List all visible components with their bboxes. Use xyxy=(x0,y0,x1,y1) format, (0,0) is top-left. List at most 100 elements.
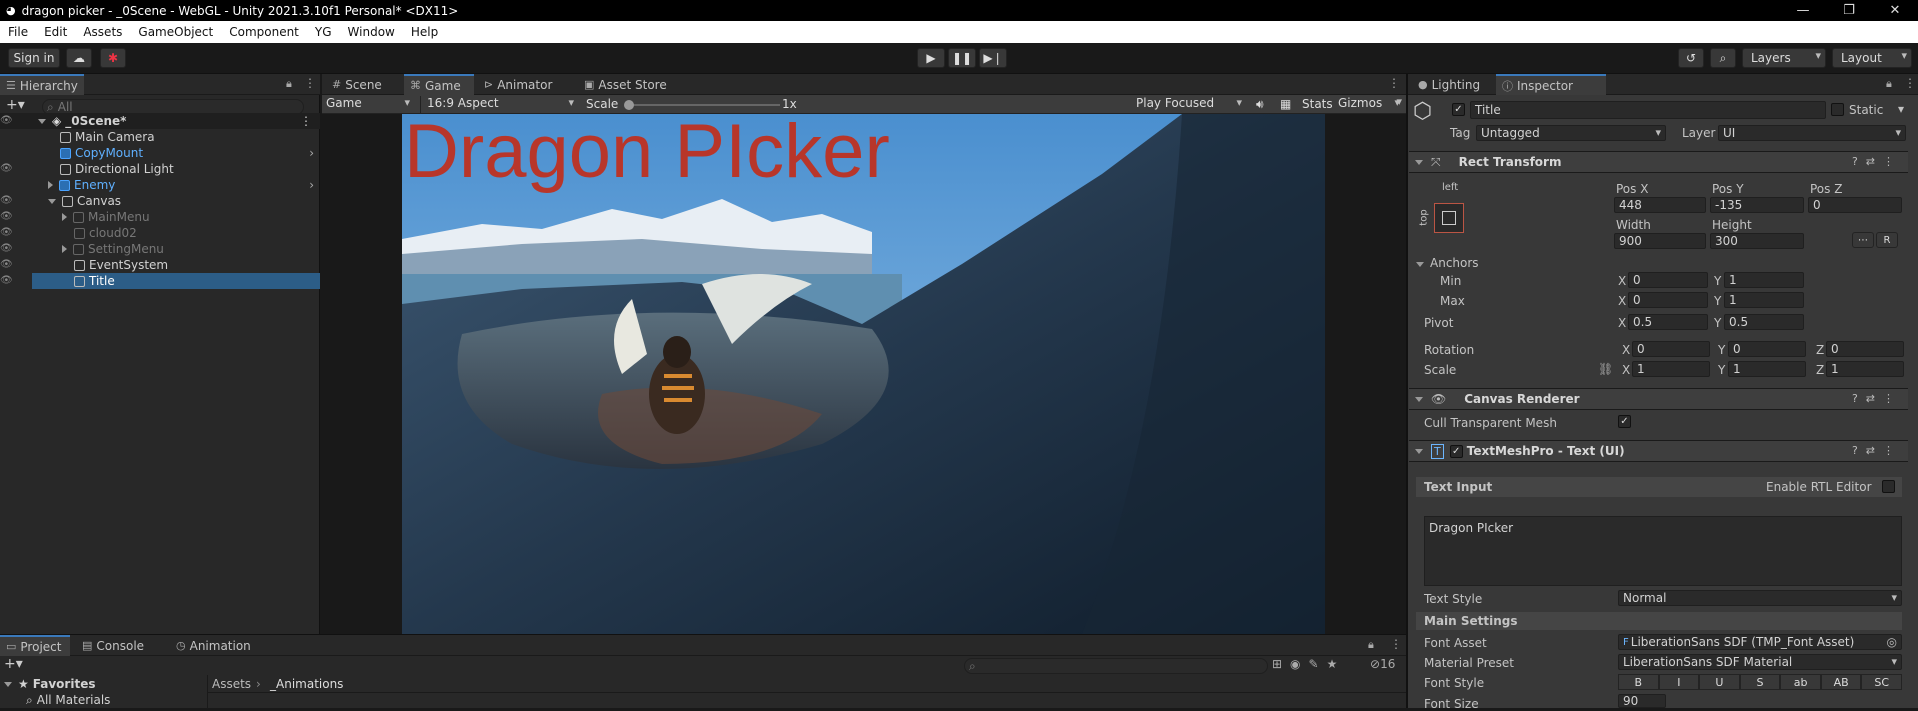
breadcrumb-assets[interactable]: Assets xyxy=(212,677,251,691)
pos-x-field[interactable]: 448 xyxy=(1614,197,1706,213)
list-item[interactable]: Main Camera xyxy=(60,129,155,145)
pos-z-field[interactable]: 0 xyxy=(1808,197,1902,213)
list-item[interactable]: Enemy › xyxy=(48,177,320,193)
layer-dropdown[interactable]: UI xyxy=(1718,125,1906,141)
component-header-icons[interactable]: ?⇄⋮ xyxy=(1852,392,1902,405)
object-picker-icon[interactable]: ◎ xyxy=(1887,635,1897,649)
menu-window[interactable]: Window xyxy=(340,25,403,39)
tmp-header[interactable]: T ✓ TextMeshPro - Text (UI) ?⇄⋮ xyxy=(1409,440,1908,462)
menu-help[interactable]: Help xyxy=(403,25,446,39)
collapse-icon[interactable] xyxy=(1415,159,1423,165)
favorites-item[interactable]: ★ Favorites xyxy=(4,676,95,692)
canvas-renderer-header[interactable]: 👁︎ Canvas Renderer ?⇄⋮ xyxy=(1409,388,1908,410)
component-header-icons[interactable]: ?⇄⋮ xyxy=(1852,155,1902,168)
list-item[interactable]: MainMenu xyxy=(62,209,150,225)
grid-display-icon[interactable]: ▦ xyxy=(1280,97,1291,111)
collapse-icon[interactable] xyxy=(1415,448,1423,454)
link-scale-icon[interactable]: ⛓ xyxy=(1598,362,1613,376)
lowercase-button[interactable]: ab xyxy=(1780,674,1821,690)
blueprint-mode-button[interactable]: ⋯ xyxy=(1852,232,1874,248)
anchor-min-x-field[interactable]: 0 xyxy=(1628,272,1708,288)
close-button[interactable]: ✕ xyxy=(1872,0,1918,21)
more-icon[interactable]: ⋮ xyxy=(1390,637,1402,651)
pivot-y-field[interactable]: 0.5 xyxy=(1724,314,1804,330)
more-icon[interactable]: ⋮ xyxy=(1904,76,1916,90)
layers-dropdown[interactable]: Layers xyxy=(1742,48,1826,68)
all-materials-item[interactable]: ⌕ All Materials xyxy=(26,692,110,708)
list-item[interactable]: EventSystem xyxy=(74,257,168,273)
tab-inspector[interactable]: ⓘ Inspector xyxy=(1496,74,1606,95)
more-icon[interactable]: ⋮ xyxy=(1388,76,1400,90)
anchors-label[interactable]: Anchors xyxy=(1416,256,1479,270)
active-checkbox[interactable]: ✓ xyxy=(1452,103,1465,116)
menu-edit[interactable]: Edit xyxy=(36,25,75,39)
collab-icon[interactable]: ✱ xyxy=(100,48,126,68)
scale-y-field[interactable]: 1 xyxy=(1728,361,1806,377)
project-filter-icons[interactable]: ⊞◉✎★ xyxy=(1272,657,1345,671)
scale-x-field[interactable]: 1 xyxy=(1632,361,1710,377)
font-size-field[interactable]: 90 xyxy=(1618,694,1666,708)
uppercase-button[interactable]: AB xyxy=(1820,674,1862,690)
tab-project[interactable]: ▭ Project xyxy=(0,635,70,656)
history-icon[interactable]: ↺ xyxy=(1678,48,1704,68)
lock-icon[interactable]: 🔒︎ xyxy=(1886,77,1892,91)
gizmos-dropdown[interactable]: Gizmos xyxy=(1338,96,1404,113)
pivot-x-field[interactable]: 0.5 xyxy=(1628,314,1708,330)
menu-file[interactable]: File xyxy=(0,25,36,39)
lock-icon[interactable]: 🔒︎ xyxy=(286,77,292,91)
expand-icon[interactable] xyxy=(38,118,46,124)
italic-button[interactable]: I xyxy=(1658,674,1700,690)
minimize-button[interactable]: — xyxy=(1780,0,1826,21)
pos-y-field[interactable]: -135 xyxy=(1710,197,1804,213)
step-button[interactable]: ▶❘ xyxy=(979,48,1007,68)
object-name-field[interactable]: Title xyxy=(1470,101,1826,119)
tab-asset-store[interactable]: ▣ Asset Store xyxy=(578,74,678,95)
anchor-max-y-field[interactable]: 1 xyxy=(1724,292,1804,308)
cloud-icon[interactable]: ☁ xyxy=(66,48,92,68)
anchor-max-x-field[interactable]: 0 xyxy=(1628,292,1708,308)
component-header-icons[interactable]: ?⇄⋮ xyxy=(1852,444,1902,457)
menu-gameobject[interactable]: GameObject xyxy=(130,25,221,39)
rect-transform-header[interactable]: ⤧ Rect Transform ?⇄⋮ xyxy=(1409,151,1908,173)
list-item-selected[interactable]: Title xyxy=(32,273,320,289)
stats-button[interactable]: Stats xyxy=(1302,97,1333,111)
rotation-x-field[interactable]: 0 xyxy=(1632,341,1710,357)
more-icon[interactable]: ⋮ xyxy=(300,114,312,128)
list-item[interactable]: SettingMenu xyxy=(62,241,164,257)
bold-button[interactable]: B xyxy=(1618,674,1659,690)
lock-icon[interactable]: 🔒︎ xyxy=(1368,638,1374,652)
tmp-enabled-checkbox[interactable]: ✓ xyxy=(1449,444,1463,458)
menu-assets[interactable]: Assets xyxy=(75,25,130,39)
breadcrumb-animations[interactable]: _Animations xyxy=(270,677,343,691)
expand-icon[interactable] xyxy=(48,181,53,189)
text-style-dropdown[interactable]: Normal xyxy=(1618,590,1902,606)
expand-icon[interactable] xyxy=(62,213,67,221)
anchor-preset-button[interactable] xyxy=(1434,203,1464,233)
aspect-dropdown[interactable]: 16:9 Aspect xyxy=(420,96,578,113)
add-icon[interactable]: +▾ xyxy=(6,97,25,113)
tab-game[interactable]: ⌘ Game xyxy=(404,74,474,95)
pause-button[interactable]: ❚❚ xyxy=(948,48,976,68)
static-dropdown-icon[interactable]: ▾ xyxy=(1898,102,1904,116)
scale-slider[interactable] xyxy=(624,100,780,110)
strikethrough-button[interactable]: S xyxy=(1739,674,1781,690)
play-button[interactable]: ▶ xyxy=(917,48,945,68)
expand-icon[interactable] xyxy=(48,198,56,204)
cull-transparent-checkbox[interactable]: ✓ xyxy=(1618,415,1631,428)
tab-animation[interactable]: ◷ Animation xyxy=(170,635,260,656)
scale-slider-handle[interactable] xyxy=(624,100,634,110)
project-search-input[interactable]: ⌕ xyxy=(964,658,1268,674)
height-field[interactable]: 300 xyxy=(1710,233,1804,249)
sign-in-button[interactable]: Sign in xyxy=(8,48,60,68)
scene-row[interactable]: ◈ _0Scene* ⋮ xyxy=(0,113,320,129)
menu-component[interactable]: Component xyxy=(221,25,307,39)
tab-animator[interactable]: ⊳ Animator xyxy=(478,74,574,95)
material-preset-dropdown[interactable]: LiberationSans SDF Material xyxy=(1618,654,1902,670)
tag-dropdown[interactable]: Untagged xyxy=(1476,125,1666,141)
more-icon[interactable]: ⋮ xyxy=(304,76,316,90)
underline-button[interactable]: U xyxy=(1699,674,1740,690)
list-item[interactable]: CopyMount › xyxy=(60,145,320,161)
tab-lighting[interactable]: ● Lighting xyxy=(1412,74,1492,95)
rotation-z-field[interactable]: 0 xyxy=(1826,341,1904,357)
anchor-min-y-field[interactable]: 1 xyxy=(1724,272,1804,288)
